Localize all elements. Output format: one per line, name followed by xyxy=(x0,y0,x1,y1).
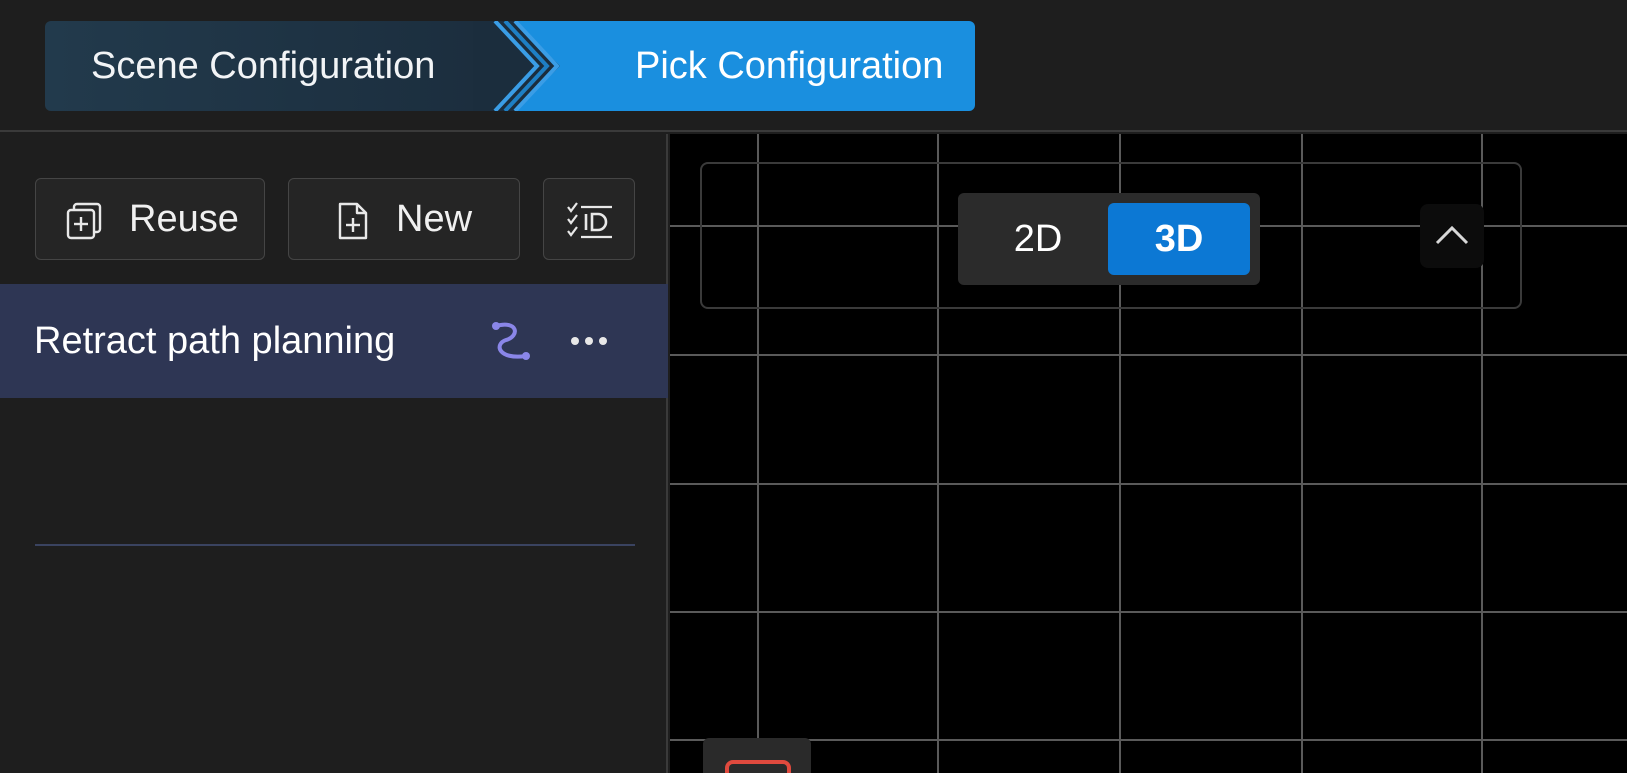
view-mode-toggle[interactable]: 2D 3D xyxy=(958,193,1260,285)
breadcrumb-step-label: Scene Configuration xyxy=(91,45,436,87)
new-button[interactable]: New xyxy=(288,178,520,260)
checklist-id-icon xyxy=(567,202,612,239)
collapse-toolbar-button[interactable] xyxy=(1420,204,1484,268)
breadcrumb-step-scene-configuration[interactable]: Scene Configuration xyxy=(45,21,515,111)
view-mode-2d-button[interactable]: 2D xyxy=(968,203,1108,275)
reuse-label: Reuse xyxy=(129,198,239,240)
breadcrumb: Scene Configuration Pick Configuration xyxy=(45,21,975,111)
list-item-label: Retract path planning xyxy=(34,320,396,362)
new-file-icon xyxy=(338,202,368,240)
reuse-icon xyxy=(66,202,102,240)
checklist-id-button[interactable] xyxy=(543,178,635,260)
reuse-button[interactable]: Reuse xyxy=(35,178,265,260)
list-item-divider xyxy=(35,544,635,546)
more-options-icon[interactable] xyxy=(568,324,610,358)
chevron-up-icon xyxy=(1435,225,1469,245)
new-label: New xyxy=(396,198,473,240)
breadcrumb-chevron-icon xyxy=(473,21,603,111)
view-mode-3d-button[interactable]: 3D xyxy=(1108,203,1250,275)
viewport-corner-widget[interactable] xyxy=(703,738,811,773)
corner-marker-icon xyxy=(725,760,791,773)
breadcrumb-step-label: Pick Configuration xyxy=(635,45,944,87)
top-bar: Scene Configuration Pick Configuration xyxy=(0,0,1627,132)
path-curve-icon xyxy=(492,322,530,360)
left-panel: Reuse New Retract path planning xyxy=(0,134,668,773)
list-item[interactable]: Retract path planning xyxy=(0,284,668,546)
